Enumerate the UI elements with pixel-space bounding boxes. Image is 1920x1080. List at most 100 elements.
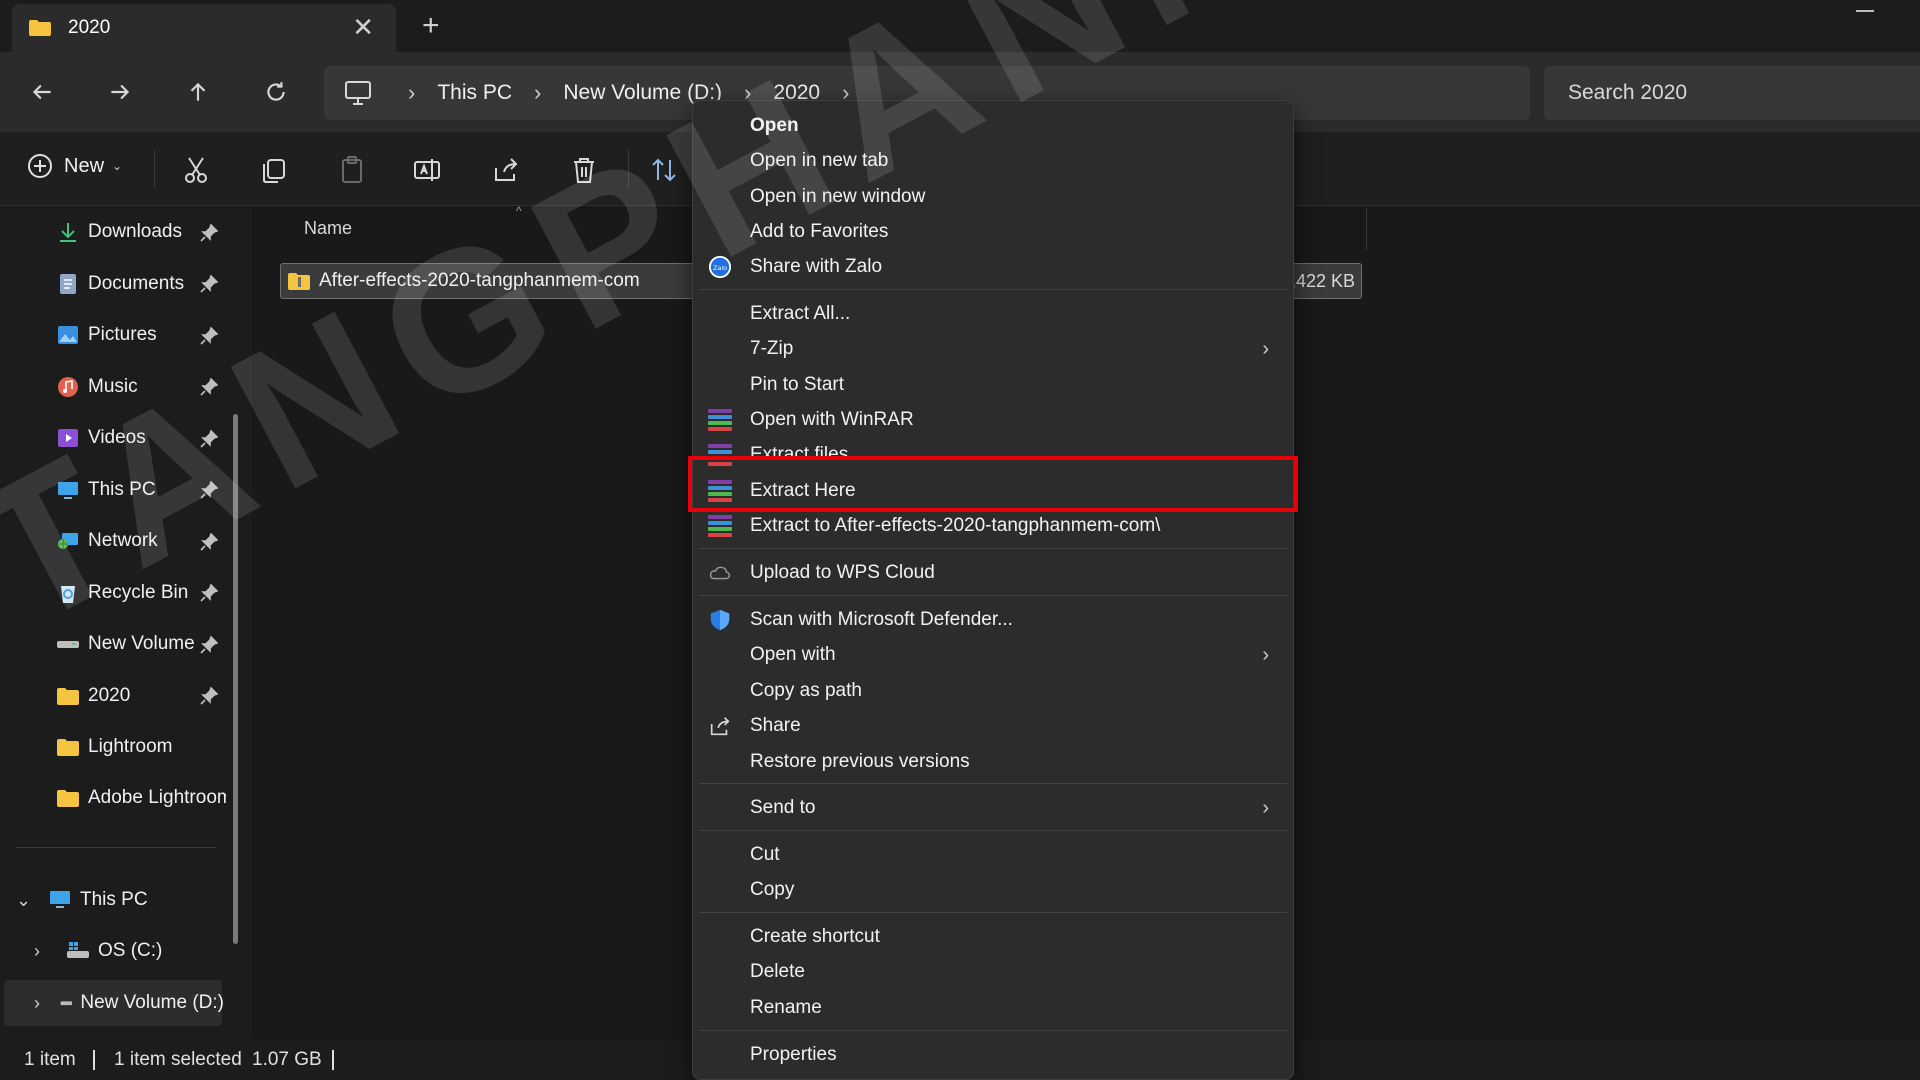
sort-icon[interactable] (648, 154, 680, 186)
menu-item-label: Rename (750, 997, 822, 1018)
menu-item-label: Open in new tab (750, 150, 889, 171)
selected-count: 1 item selected (114, 1049, 242, 1070)
winrar-icon (707, 478, 733, 504)
menu-item-restore-previous-versions[interactable]: Restore previous versions (693, 745, 1293, 779)
menu-item-label: Upload to WPS Cloud (750, 562, 935, 583)
menu-item-upload-wps-cloud[interactable]: Upload to WPS Cloud (693, 556, 1293, 590)
menu-item-pin-to-start[interactable]: Pin to Start (693, 368, 1293, 402)
menu-item-label: Share with Zalo (750, 256, 883, 277)
chevron-right-icon[interactable]: › (34, 941, 48, 962)
menu-item-extract-files[interactable]: Extract files... (693, 438, 1293, 472)
delete-icon[interactable] (568, 154, 600, 186)
new-button[interactable]: New ⌄ (26, 152, 122, 180)
menu-item-label: Extract All... (750, 303, 851, 324)
minimize-icon[interactable] (1856, 10, 1874, 12)
menu-item-label: Restore previous versions (750, 751, 970, 772)
tree-item-os-c[interactable]: › OS (C:) (34, 933, 162, 969)
chevron-right-icon: › (1262, 796, 1269, 819)
menu-item-delete[interactable]: Delete (693, 955, 1293, 989)
sidebar-scrollbar[interactable] (233, 414, 238, 944)
videos-icon (58, 429, 78, 447)
menu-item-open[interactable]: Open (693, 109, 1293, 143)
sidebar-item-label: Network (88, 530, 158, 551)
pin-icon[interactable] (200, 584, 218, 602)
menu-item-extract-here[interactable]: Extract Here (693, 474, 1293, 508)
menu-separator (699, 912, 1287, 913)
menu-item-open-new-tab[interactable]: Open in new tab (693, 144, 1293, 178)
pin-icon[interactable] (200, 327, 218, 345)
column-divider[interactable] (1366, 208, 1367, 250)
sidebar-item-label: Music (88, 376, 138, 397)
menu-item-7zip[interactable]: 7-Zip › (693, 332, 1293, 366)
pin-icon[interactable] (200, 533, 218, 551)
menu-item-send-to[interactable]: Send to › (693, 791, 1293, 825)
search-input[interactable]: Search 2020 (1544, 66, 1920, 120)
up-arrow-icon[interactable] (176, 72, 220, 112)
back-arrow-icon[interactable] (20, 72, 64, 112)
item-count: 1 item (24, 1049, 76, 1070)
menu-item-open-with[interactable]: Open with › (693, 638, 1293, 672)
menu-item-label: Open in new window (750, 186, 926, 207)
drive-icon (60, 1001, 72, 1006)
rename-icon[interactable] (412, 154, 444, 186)
chevron-down-icon[interactable]: ⌄ (16, 890, 31, 911)
menu-item-add-to-favorites[interactable]: Add to Favorites (693, 215, 1293, 249)
pin-icon[interactable] (200, 224, 218, 242)
menu-separator (699, 783, 1287, 784)
menu-item-properties[interactable]: Properties (693, 1038, 1293, 1072)
drive-icon (57, 641, 79, 648)
close-tab-icon[interactable]: ✕ (352, 14, 374, 40)
menu-item-rename[interactable]: Rename (693, 991, 1293, 1025)
paste-icon[interactable] (336, 154, 368, 186)
folder-icon (57, 790, 79, 807)
menu-item-copy[interactable]: Copy (693, 873, 1293, 907)
menu-item-extract-all[interactable]: Extract All... (693, 297, 1293, 331)
selected-size: 1.07 GB (252, 1049, 322, 1070)
cut-icon[interactable] (180, 154, 212, 186)
zip-folder-icon (288, 273, 310, 290)
menu-separator (699, 289, 1287, 290)
title-bar: 2020 ✕ + (0, 0, 1920, 52)
menu-item-cut[interactable]: Cut (693, 838, 1293, 872)
menu-item-copy-as-path[interactable]: Copy as path (693, 674, 1293, 708)
pin-icon[interactable] (200, 275, 218, 293)
sidebar-item-label: 2020 (88, 685, 131, 706)
chevron-right-icon[interactable]: › (34, 993, 42, 1014)
menu-item-open-new-window[interactable]: Open in new window (693, 180, 1293, 214)
pin-icon[interactable] (200, 430, 218, 448)
menu-item-share[interactable]: Share (693, 709, 1293, 743)
forward-arrow-icon[interactable] (98, 72, 142, 112)
menu-item-label: Extract to After-effects-2020-tangphanme… (750, 515, 1161, 536)
refresh-icon[interactable] (254, 72, 298, 112)
winrar-icon (707, 407, 733, 433)
plus-circle-icon (28, 154, 52, 178)
menu-item-extract-to-folder[interactable]: Extract to After-effects-2020-tangphanme… (693, 509, 1293, 543)
tree-item-this-pc[interactable]: ⌄ This PC (16, 882, 148, 918)
pin-icon[interactable] (200, 481, 218, 499)
pin-icon[interactable] (200, 636, 218, 654)
menu-item-share-with-zalo[interactable]: Zalo Share with Zalo (693, 250, 1293, 284)
menu-item-label: Share (750, 715, 801, 736)
tree-item-new-volume-d[interactable]: › New Volume (D:) (34, 985, 224, 1021)
column-header-name[interactable]: Name (304, 218, 352, 239)
tree-item-label: This PC (80, 889, 148, 910)
menu-item-open-with-winrar[interactable]: Open with WinRAR (693, 403, 1293, 437)
menu-item-create-shortcut[interactable]: Create shortcut (693, 920, 1293, 954)
sidebar-item-adobe-lightroom[interactable]: Adobe Lightroom (56, 780, 226, 816)
copy-icon[interactable] (258, 154, 290, 186)
new-tab-icon[interactable]: + (422, 11, 440, 41)
share-icon[interactable] (490, 154, 522, 186)
tab-2020[interactable]: 2020 ✕ (12, 4, 396, 52)
menu-item-label: Extract Here (750, 480, 856, 501)
breadcrumb-this-pc[interactable]: This PC (437, 81, 512, 105)
sidebar-item-label: Pictures (88, 324, 157, 345)
pin-icon[interactable] (200, 378, 218, 396)
documents-icon (60, 274, 76, 294)
chevron-down-icon: ⌄ (112, 159, 123, 173)
menu-item-label: Extract files... (750, 444, 865, 465)
sidebar-item-label: Videos (88, 427, 146, 448)
chevron-right-icon: › (534, 80, 542, 105)
menu-item-scan-defender[interactable]: Scan with Microsoft Defender... (693, 603, 1293, 637)
pin-icon[interactable] (200, 687, 218, 705)
sidebar-item-lightroom[interactable]: Lightroom (56, 729, 226, 765)
